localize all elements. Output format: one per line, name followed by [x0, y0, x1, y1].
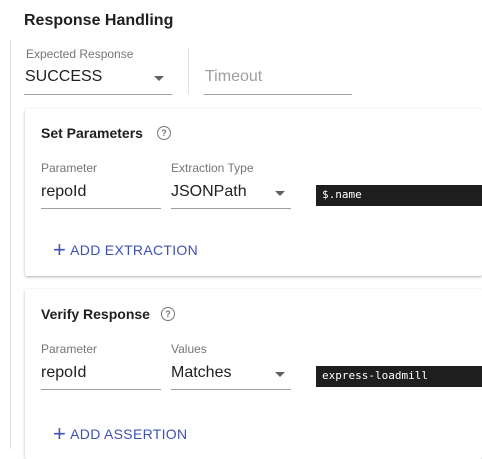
expected-response-label: Expected Response	[26, 47, 134, 61]
left-rule	[10, 40, 11, 449]
parameter-value: repoId	[41, 183, 87, 200]
help-icon[interactable]: ?	[161, 307, 175, 321]
values-label: Values	[171, 342, 207, 356]
add-extraction-label: ADD EXTRACTION	[70, 242, 199, 258]
plus-icon: +	[53, 421, 67, 446]
timeout-field[interactable]: Timeout	[204, 46, 352, 96]
extraction-expression-editor[interactable]: $.name	[316, 185, 482, 206]
extraction-type-value: JSONPath	[171, 183, 247, 200]
add-assertion-label: ADD ASSERTION	[70, 426, 188, 442]
values-select[interactable]: Values Matches	[171, 340, 291, 390]
set-parameters-title: Set Parameters	[41, 125, 143, 141]
add-assertion-button[interactable]: + ADD ASSERTION	[53, 421, 188, 446]
chevron-down-icon	[154, 76, 164, 81]
verify-response-card: Verify Response ? Parameter repoId Value…	[25, 289, 482, 459]
extraction-type-label: Extraction Type	[171, 161, 254, 175]
chevron-down-icon	[275, 191, 285, 196]
add-extraction-button[interactable]: + ADD EXTRACTION	[53, 237, 199, 262]
parameter-field[interactable]: Parameter repoId	[41, 340, 161, 390]
verify-response-title: Verify Response	[41, 306, 150, 322]
extraction-type-underline	[171, 208, 291, 209]
expected-response-underline	[24, 94, 172, 95]
extraction-type-select[interactable]: Extraction Type JSONPath	[171, 159, 291, 209]
set-parameters-card: Set Parameters ? Parameter repoId Extrac…	[25, 109, 482, 276]
plus-icon: +	[53, 237, 67, 262]
parameter-label: Parameter	[41, 342, 98, 356]
field-divider	[188, 48, 189, 94]
chevron-down-icon	[275, 372, 285, 377]
parameter-underline	[41, 208, 161, 209]
help-icon[interactable]: ?	[157, 126, 171, 140]
expected-response-value: SUCCESS	[25, 68, 103, 85]
timeout-placeholder: Timeout	[205, 68, 263, 85]
values-underline	[171, 389, 291, 390]
parameter-label: Parameter	[41, 161, 98, 175]
parameter-value: repoId	[41, 364, 87, 381]
values-value: Matches	[171, 364, 232, 381]
parameter-field[interactable]: Parameter repoId	[41, 159, 161, 209]
parameter-underline	[41, 389, 161, 390]
assertion-value-editor[interactable]: express-loadmill	[316, 366, 482, 387]
expected-response-select[interactable]: Expected Response SUCCESS	[24, 46, 172, 96]
timeout-underline	[204, 94, 352, 95]
section-title: Response Handling	[24, 12, 174, 29]
